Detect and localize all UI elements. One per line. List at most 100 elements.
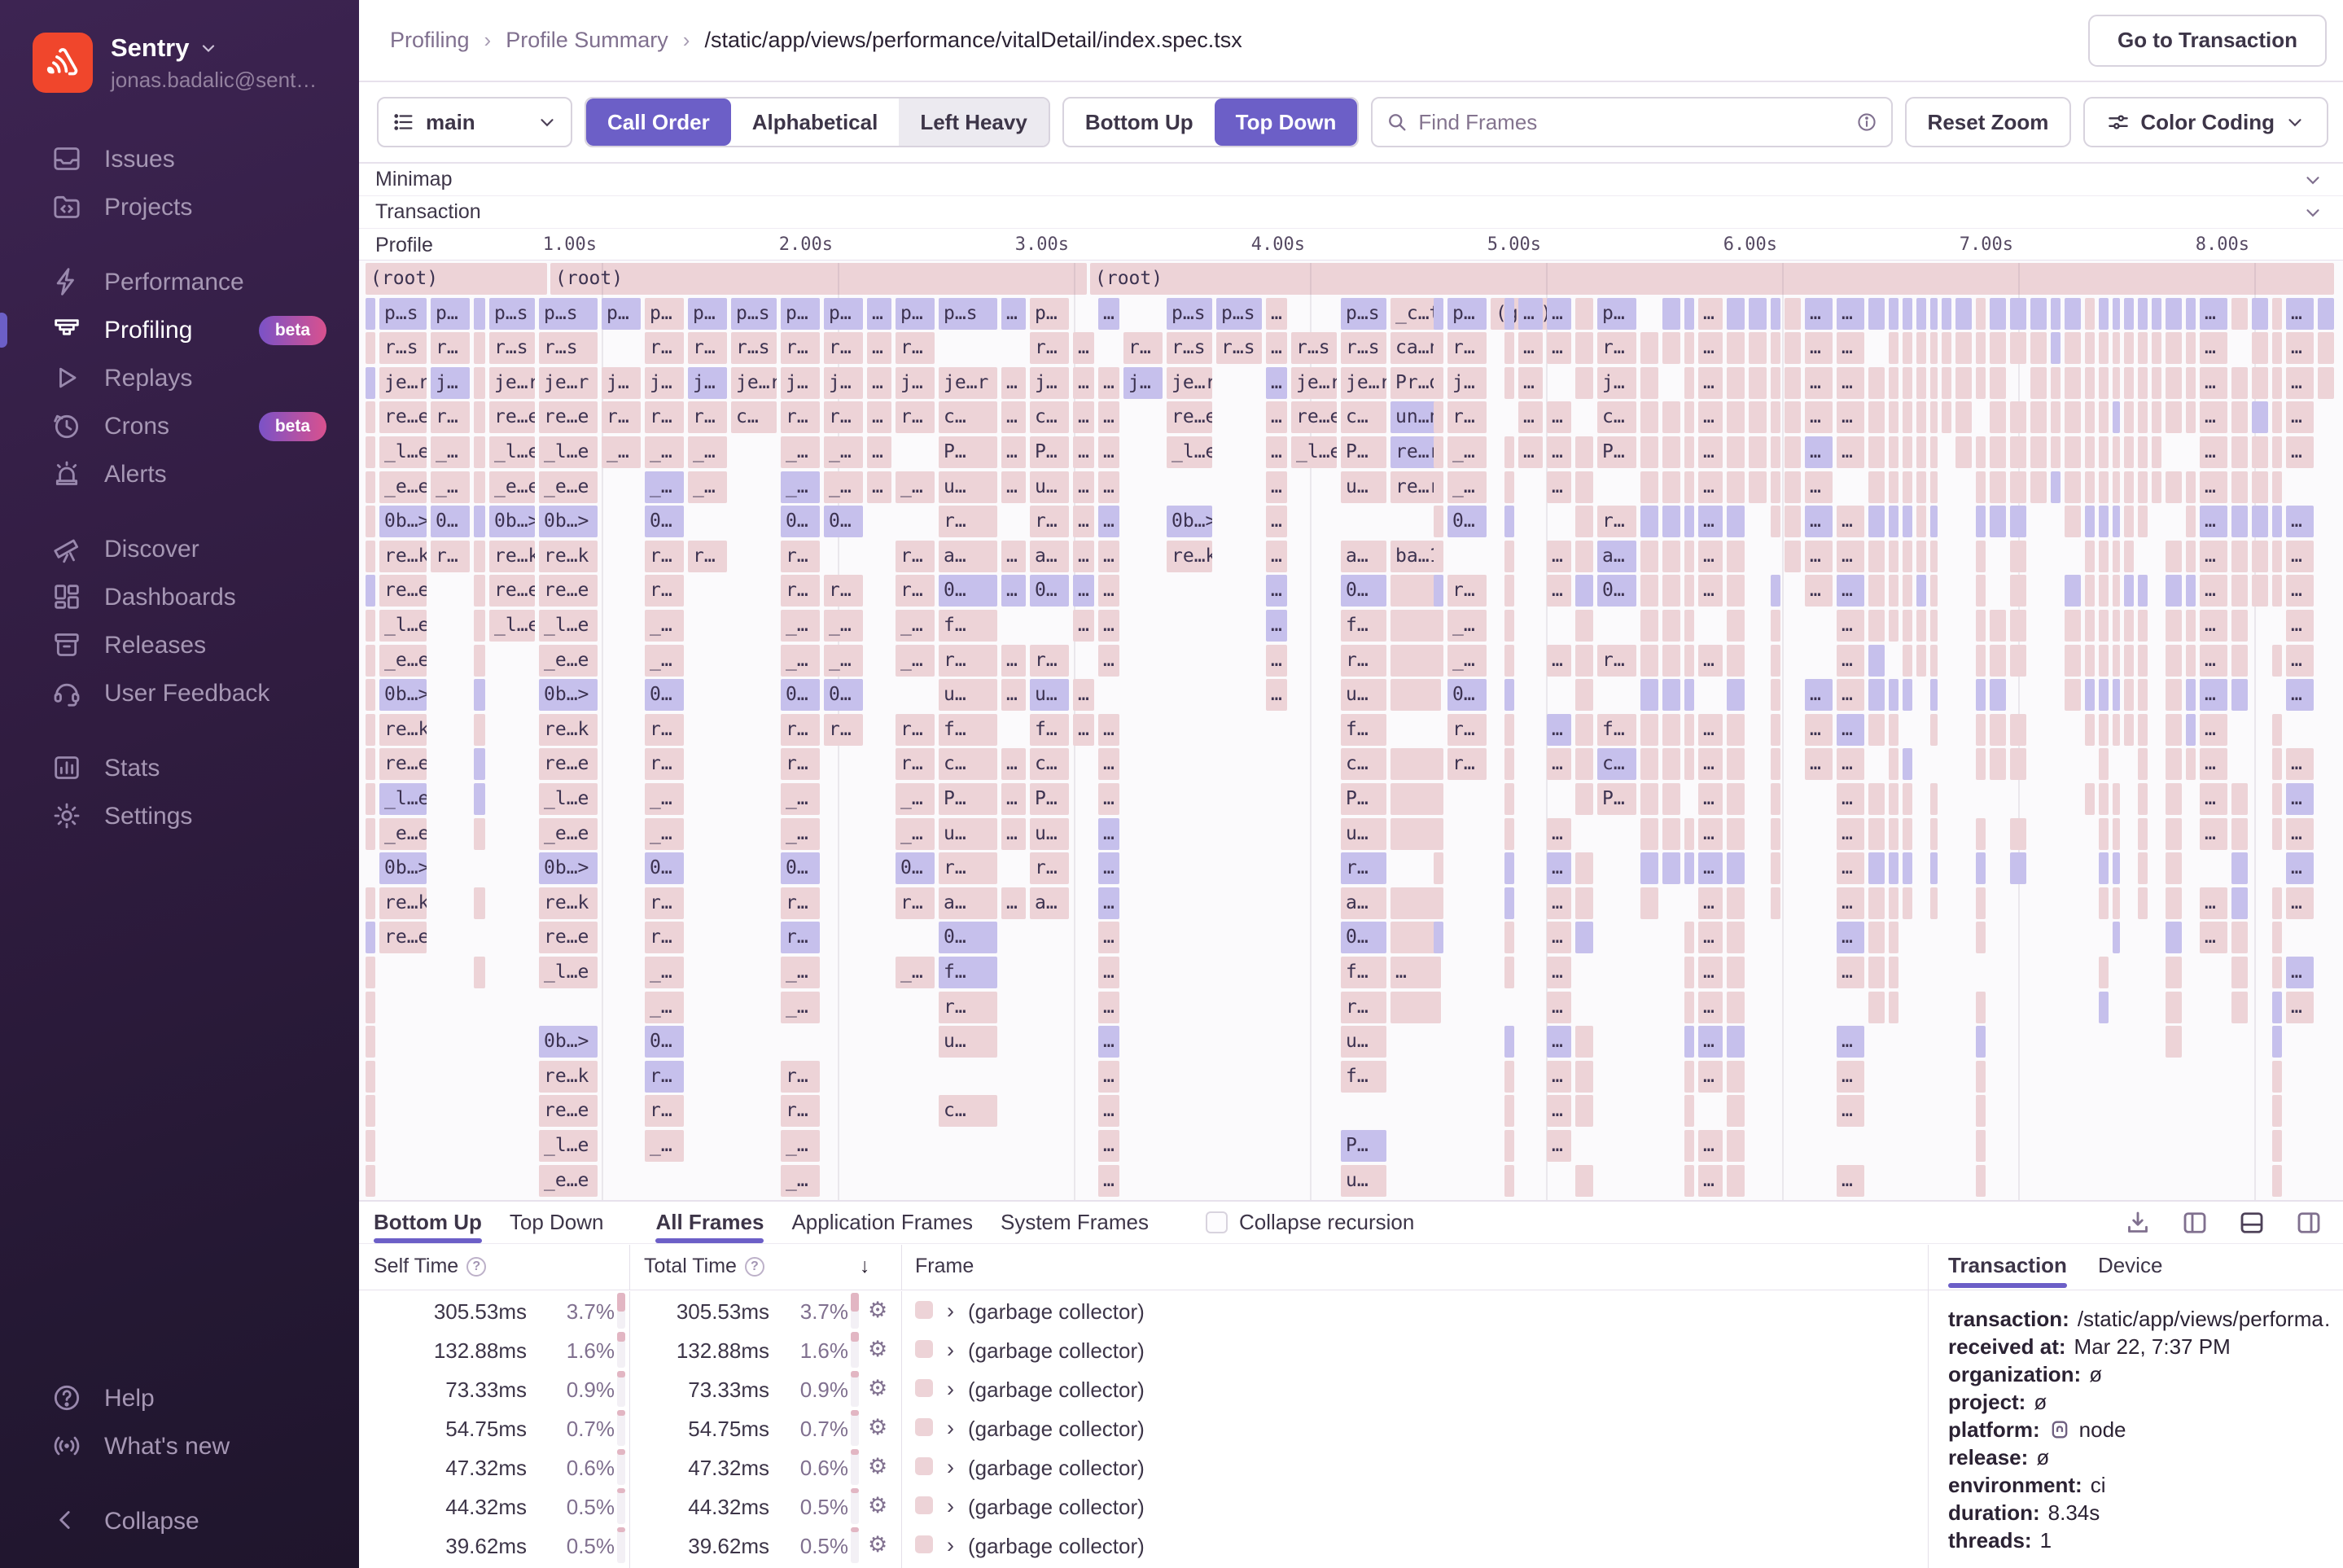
flame-frame[interactable]: … <box>1098 714 1119 746</box>
flame-frame[interactable] <box>2124 679 2134 711</box>
flame-frame[interactable]: … <box>1390 957 1441 988</box>
flame-frame[interactable] <box>1785 471 1801 503</box>
flame-frame[interactable]: u… <box>1030 818 1069 850</box>
flame-frame[interactable] <box>1640 783 1658 815</box>
flame-frame[interactable] <box>1575 367 1593 399</box>
flame-frame[interactable]: p…s <box>489 298 535 330</box>
flame-frame[interactable] <box>1727 401 1745 433</box>
flame-frame[interactable] <box>1868 922 1885 953</box>
flame-frame[interactable] <box>2099 506 2109 537</box>
flame-frame[interactable] <box>2065 679 2081 711</box>
flame-frame[interactable]: … <box>1547 887 1571 919</box>
flame-frame[interactable]: … <box>1098 1130 1119 1162</box>
flame-frame[interactable] <box>1771 575 1780 607</box>
flame-frame[interactable]: r…s <box>1291 332 1337 364</box>
flame-frame[interactable]: r… <box>645 748 684 780</box>
flame-frame[interactable] <box>2010 332 2026 364</box>
flame-frame[interactable]: … <box>1098 298 1119 330</box>
flame-frame[interactable]: … <box>2286 436 2314 468</box>
flame-frame[interactable] <box>2186 506 2196 537</box>
flame-frame[interactable] <box>2113 714 2120 746</box>
flame-frame[interactable] <box>2138 818 2148 850</box>
flame-frame[interactable]: … <box>1698 992 1723 1023</box>
flame-frame[interactable]: … <box>1098 1165 1119 1197</box>
flame-frame[interactable] <box>1684 992 1694 1023</box>
flame-frame[interactable]: re…k <box>379 541 427 572</box>
flame-frame[interactable] <box>2113 541 2120 572</box>
flame-frame[interactable] <box>2231 922 2248 953</box>
flame-frame[interactable] <box>1889 367 1898 399</box>
flame-frame[interactable]: re…e <box>1291 401 1337 433</box>
flame-frame[interactable]: … <box>1098 922 1119 953</box>
flame-frame[interactable] <box>1434 298 1443 330</box>
flame-frame[interactable]: P… <box>1341 436 1386 468</box>
flame-frame[interactable] <box>1575 610 1593 642</box>
flame-frame[interactable]: 0… <box>781 679 820 711</box>
flame-frame[interactable]: _… <box>781 645 820 677</box>
flame-frame[interactable] <box>2138 332 2148 364</box>
flame-frame[interactable]: … <box>1698 818 1723 850</box>
flame-frame[interactable] <box>1889 957 1898 988</box>
flame-frame[interactable]: r…s <box>489 332 535 364</box>
flame-frame[interactable] <box>2272 818 2282 850</box>
flame-frame[interactable]: (root) <box>1090 263 2334 295</box>
flame-frame[interactable] <box>2186 645 2196 677</box>
flame-frame[interactable] <box>1868 992 1885 1023</box>
flame-frame[interactable]: P… <box>1597 436 1636 468</box>
flame-frame[interactable] <box>1504 922 1514 953</box>
flame-frame[interactable] <box>474 541 485 572</box>
flame-frame[interactable]: … <box>1837 575 1864 607</box>
flame-frame[interactable]: … <box>1073 575 1094 607</box>
flame-frame[interactable] <box>474 887 485 919</box>
flame-frame[interactable] <box>1930 575 1938 607</box>
flame-frame[interactable] <box>2166 818 2182 850</box>
flame-frame[interactable] <box>1976 610 1986 642</box>
flame-frame[interactable] <box>2152 436 2161 468</box>
flame-frame[interactable]: … <box>1073 436 1094 468</box>
flame-frame[interactable]: r… <box>781 887 820 919</box>
flame-frame[interactable] <box>1434 852 1443 884</box>
flame-frame[interactable]: _l…e <box>379 436 427 468</box>
reset-zoom-button[interactable]: Reset Zoom <box>1905 97 2072 147</box>
flame-frame[interactable] <box>2051 298 2061 330</box>
flame-frame[interactable]: … <box>1805 471 1833 503</box>
flame-frame[interactable] <box>1684 679 1694 711</box>
flame-frame[interactable]: j… <box>431 367 470 399</box>
flame-frame[interactable] <box>1390 992 1441 1023</box>
flame-frame[interactable] <box>1868 541 1885 572</box>
flame-frame[interactable]: je…r <box>1167 367 1212 399</box>
flame-frame[interactable]: _l…e <box>489 436 535 468</box>
flame-frame[interactable]: _… <box>431 436 470 468</box>
flame-frame[interactable]: 0… <box>431 506 470 537</box>
flame-frame[interactable]: re…e <box>539 748 598 780</box>
flame-frame[interactable] <box>1868 610 1885 642</box>
flame-frame[interactable] <box>2231 887 2248 919</box>
flame-frame[interactable]: _… <box>781 1130 820 1162</box>
flame-frame[interactable] <box>1662 436 1680 468</box>
flame-frame[interactable] <box>2272 1130 2282 1162</box>
frame-settings-gear-icon[interactable]: ⚙ <box>868 1454 887 1479</box>
flame-frame[interactable] <box>2124 714 2134 746</box>
flame-frame[interactable] <box>2186 748 2196 780</box>
flame-frame[interactable]: … <box>1073 506 1094 537</box>
flame-frame[interactable]: … <box>1073 471 1094 503</box>
flame-frame[interactable]: … <box>867 401 891 433</box>
flame-frame[interactable]: u… <box>1030 471 1069 503</box>
flame-frame[interactable]: … <box>867 471 891 503</box>
flame-frame[interactable]: r… <box>1341 645 1386 677</box>
flame-frame[interactable]: _l…e <box>539 783 598 815</box>
flame-frame[interactable]: … <box>1001 748 1026 780</box>
flame-frame[interactable] <box>1662 575 1680 607</box>
flame-frame[interactable]: r… <box>645 401 684 433</box>
flame-frame[interactable] <box>2085 679 2095 711</box>
flame-frame[interactable]: _… <box>781 783 820 815</box>
flame-frame[interactable]: _… <box>896 645 935 677</box>
flame-frame[interactable]: p…s <box>1216 298 1262 330</box>
flame-frame[interactable]: … <box>1547 748 1571 780</box>
flame-frame[interactable] <box>1662 610 1680 642</box>
flame-frame[interactable]: … <box>1837 367 1864 399</box>
flame-frame[interactable]: … <box>2286 401 2314 433</box>
flame-frame[interactable]: _… <box>645 471 684 503</box>
flame-frame[interactable]: p… <box>1030 298 1069 330</box>
flame-frame[interactable] <box>1434 401 1443 433</box>
